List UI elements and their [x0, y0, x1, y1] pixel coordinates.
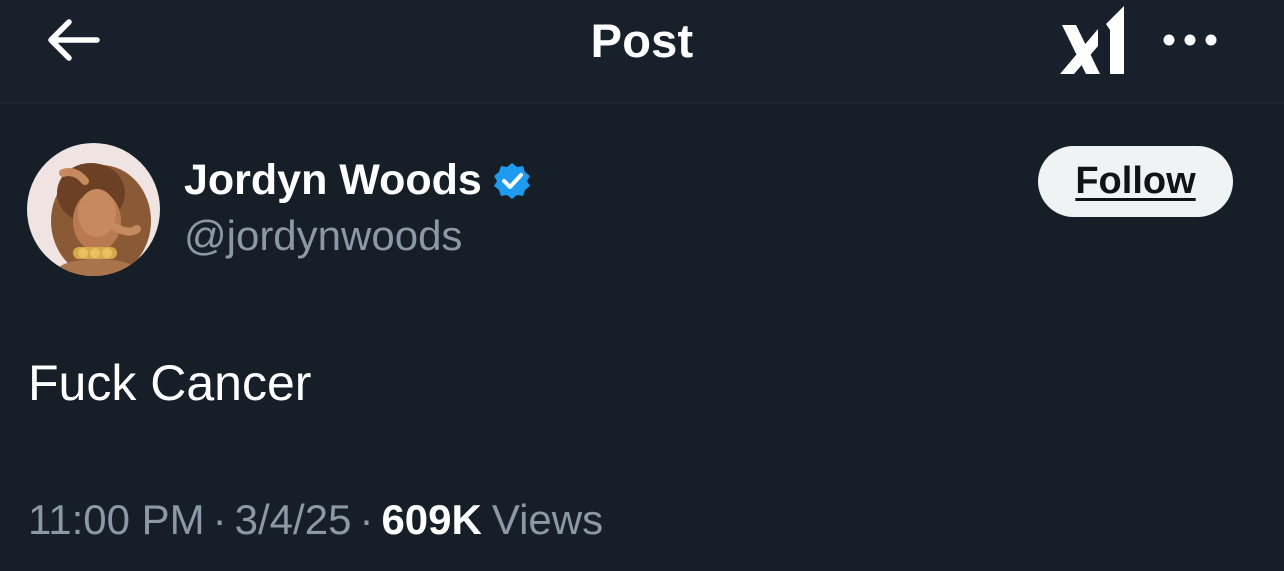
follow-button[interactable]: Follow	[1038, 146, 1233, 217]
avatar[interactable]	[27, 143, 160, 276]
post-page: Post Jordyn Woods @jordynwoods Follow Fu…	[0, 0, 1284, 571]
meta-separator: ·	[359, 496, 374, 543]
grok-icon	[1060, 6, 1124, 74]
verified-badge-icon	[492, 161, 532, 201]
post-time[interactable]: 11:00 PM	[28, 496, 205, 543]
author-name[interactable]: Jordyn Woods	[184, 156, 532, 205]
post-text: Fuck Cancer	[28, 355, 312, 411]
grok-button[interactable]	[1058, 4, 1128, 78]
views-label[interactable]: Views	[492, 496, 603, 543]
post-date[interactable]: 3/4/25	[235, 496, 352, 543]
more-options-button[interactable]	[1152, 20, 1228, 60]
views-count[interactable]: 609K	[381, 496, 481, 543]
author-handle[interactable]: @jordynwoods	[184, 212, 462, 260]
more-horizontal-icon	[1163, 34, 1217, 46]
top-bar: Post	[0, 0, 1284, 104]
profile-photo	[27, 143, 160, 276]
author-name-text: Jordyn Woods	[184, 156, 482, 204]
post-meta: 11:00 PM · 3/4/25 · 609K Views	[28, 496, 603, 544]
meta-separator: ·	[212, 496, 227, 543]
